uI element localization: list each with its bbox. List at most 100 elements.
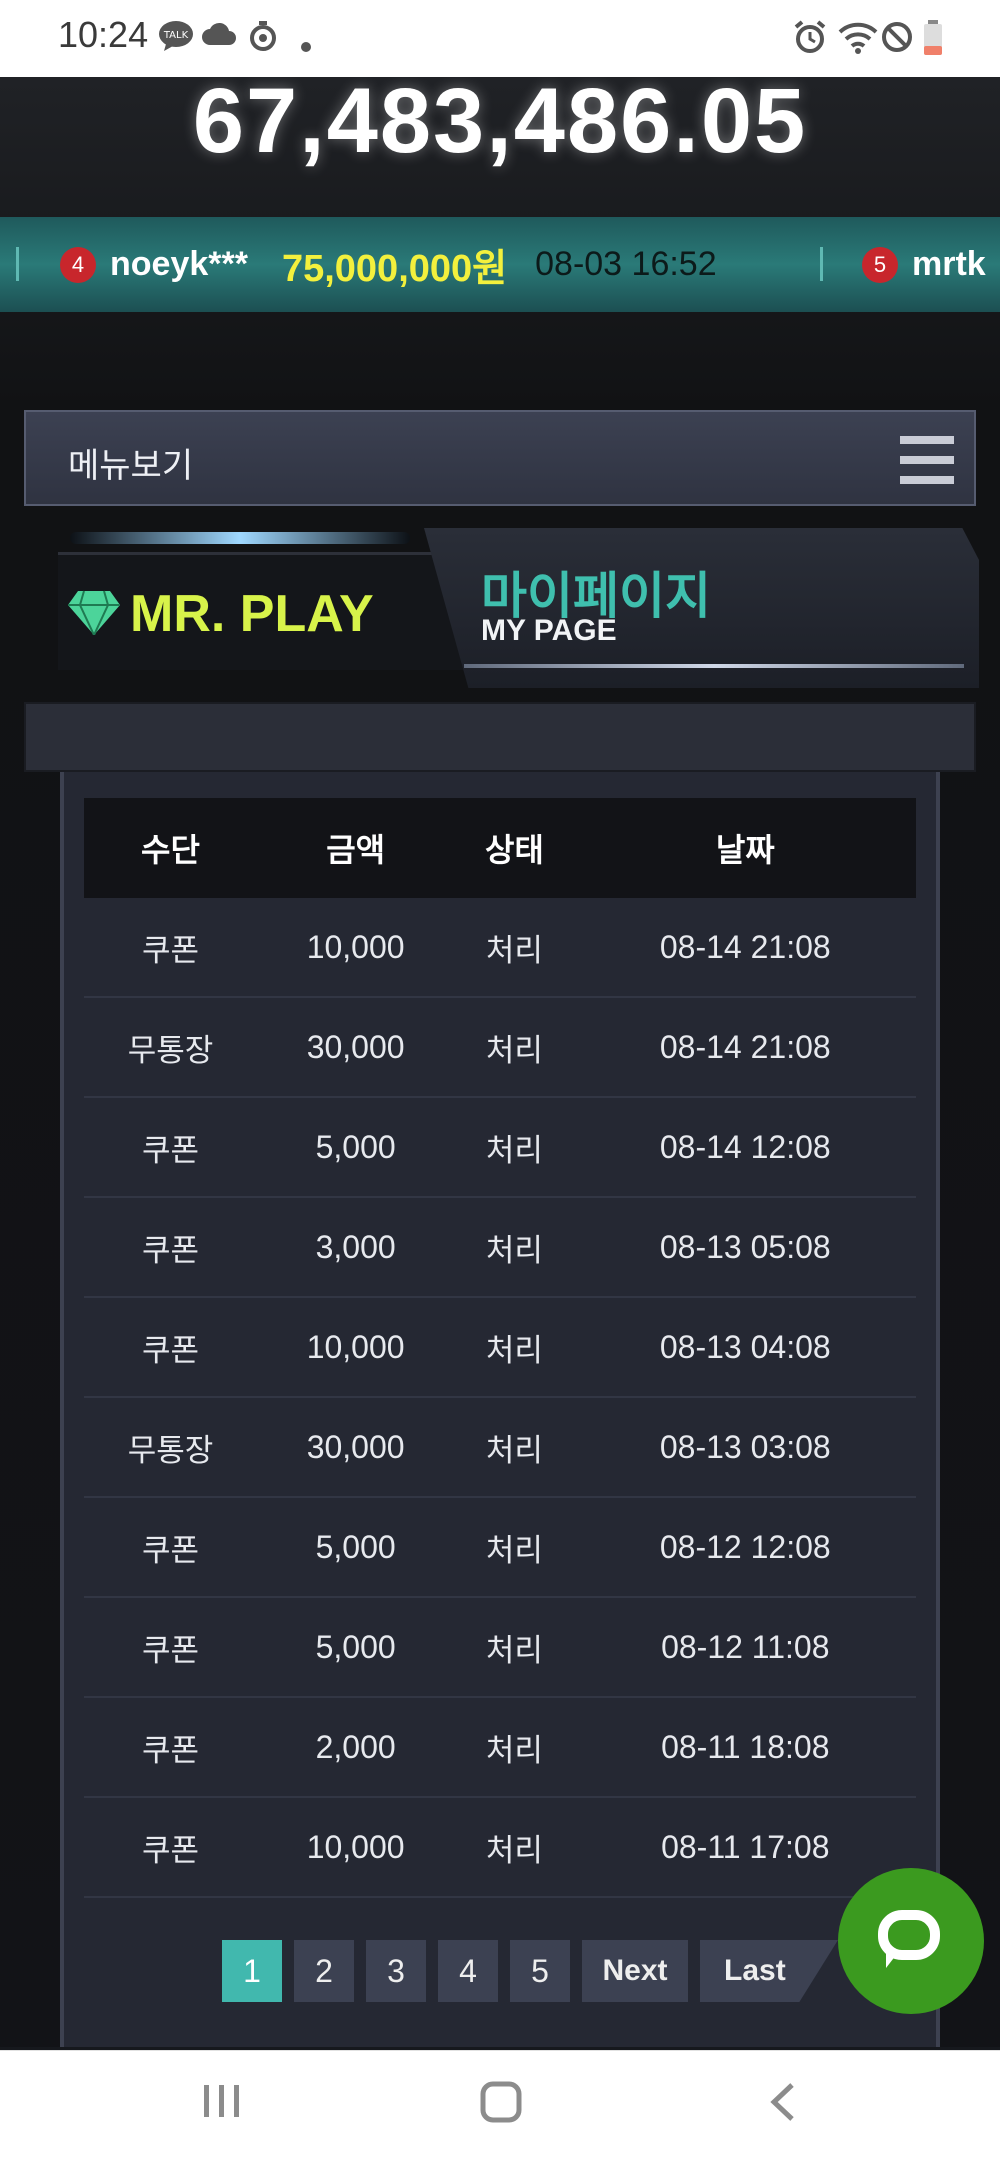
cell-status: 처리 bbox=[454, 1797, 575, 1898]
cell-method: 쿠폰 bbox=[84, 1697, 257, 1798]
cell-date: 08-13 05:08 bbox=[574, 1197, 916, 1298]
cell-amount: 3,000 bbox=[256, 1197, 455, 1298]
page-subtitle: MY PAGE bbox=[481, 614, 617, 647]
wifi-icon bbox=[838, 20, 878, 63]
svg-text:TALK: TALK bbox=[163, 30, 189, 41]
cell-method: 쿠폰 bbox=[84, 1597, 257, 1698]
cell-status: 처리 bbox=[454, 1197, 575, 1298]
cell-method: 쿠폰 bbox=[84, 1097, 257, 1198]
column-header-status: 상태 bbox=[454, 798, 575, 898]
table-row: 쿠폰 5,000 처리 08-14 12:08 bbox=[84, 1097, 916, 1198]
jackpot-amount: 67,483,486.05 bbox=[192, 70, 808, 172]
table-row: 쿠폰 3,000 처리 08-13 05:08 bbox=[84, 1197, 916, 1298]
winner-ticker: 4 noeyk*** 75,000,000원 08-03 16:52 5 mrt… bbox=[0, 217, 1000, 312]
table-row: 쿠폰 10,000 처리 08-14 21:08 bbox=[84, 898, 916, 998]
logo-text[interactable]: MR. PLAY bbox=[130, 584, 374, 644]
cell-date: 08-13 03:08 bbox=[574, 1397, 916, 1498]
cell-amount: 10,000 bbox=[256, 1797, 455, 1898]
ticker-item: 5 mrtk bbox=[862, 217, 1000, 312]
table-row: 쿠폰 5,000 처리 08-12 11:08 bbox=[84, 1597, 916, 1698]
cell-status: 처리 bbox=[454, 1097, 575, 1198]
cell-date: 08-13 04:08 bbox=[574, 1297, 916, 1398]
chat-button[interactable] bbox=[838, 1868, 984, 2014]
column-header-amount: 금액 bbox=[256, 798, 455, 898]
cell-amount: 2,000 bbox=[256, 1697, 455, 1798]
column-header-date: 날짜 bbox=[574, 798, 916, 898]
page-1-button[interactable]: 1 bbox=[222, 1940, 282, 2002]
page-2-button[interactable]: 2 bbox=[294, 1940, 354, 2002]
ticker-date: 08-03 16:52 bbox=[535, 245, 717, 283]
cell-status: 처리 bbox=[454, 997, 575, 1098]
cell-date: 08-12 12:08 bbox=[574, 1497, 916, 1598]
recent-apps-icon[interactable] bbox=[202, 2081, 242, 2132]
back-icon[interactable] bbox=[768, 2081, 798, 2134]
cell-status: 처리 bbox=[454, 1697, 575, 1798]
cell-method: 무통장 bbox=[84, 1397, 257, 1498]
table-row: 쿠폰 2,000 처리 08-11 18:08 bbox=[84, 1697, 916, 1798]
panel-header bbox=[24, 702, 976, 772]
table-row: 쿠폰 5,000 처리 08-12 12:08 bbox=[84, 1497, 916, 1598]
cell-amount: 10,000 bbox=[256, 898, 455, 998]
cell-method: 쿠폰 bbox=[84, 1497, 257, 1598]
pagination: 1 2 3 4 5 Next Last bbox=[222, 1940, 838, 2002]
chat-icon-tail bbox=[886, 1950, 900, 1968]
cell-method: 무통장 bbox=[84, 997, 257, 1098]
cell-date: 08-11 18:08 bbox=[574, 1697, 916, 1798]
cell-date: 08-12 11:08 bbox=[574, 1597, 916, 1698]
alarm-icon bbox=[793, 20, 827, 63]
cell-amount: 30,000 bbox=[256, 997, 455, 1098]
status-time: 10:24 bbox=[58, 14, 149, 55]
cell-date: 08-14 12:08 bbox=[574, 1097, 916, 1198]
cloud-icon bbox=[202, 20, 236, 56]
column-header-method: 수단 bbox=[84, 798, 257, 898]
cell-amount: 10,000 bbox=[256, 1297, 455, 1398]
ticker-amount: 75,000,000원 bbox=[281, 248, 508, 290]
ticker-user: noeyk*** bbox=[110, 245, 248, 283]
ticker-user: mrtk bbox=[912, 245, 986, 283]
cell-method: 쿠폰 bbox=[84, 1797, 257, 1898]
timer-icon bbox=[248, 20, 278, 61]
talk-icon: TALK bbox=[158, 20, 194, 61]
next-page-button[interactable]: Next bbox=[582, 1940, 688, 2002]
last-page-button[interactable]: Last bbox=[700, 1940, 838, 2002]
rank-badge: 5 bbox=[862, 246, 898, 283]
cell-date: 08-14 21:08 bbox=[574, 997, 916, 1098]
table-header-row: 수단 금액 상태 날짜 bbox=[84, 798, 916, 898]
cell-date: 08-14 21:08 bbox=[574, 898, 916, 998]
title-underline bbox=[464, 664, 964, 668]
rank-badge: 4 bbox=[60, 246, 96, 283]
menu-label: 메뉴보기 bbox=[68, 446, 194, 486]
home-icon[interactable] bbox=[480, 2081, 522, 2134]
table-row: 쿠폰 10,000 처리 08-13 04:08 bbox=[84, 1297, 916, 1398]
ticker-separator bbox=[16, 247, 19, 281]
brand-header: MR. PLAY 마이페이지 MY PAGE bbox=[24, 522, 979, 692]
page-5-button[interactable]: 5 bbox=[510, 1940, 570, 2002]
cell-status: 처리 bbox=[454, 1397, 575, 1498]
page-4-button[interactable]: 4 bbox=[438, 1940, 498, 2002]
menu-bar[interactable]: 메뉴보기 bbox=[24, 410, 976, 506]
cell-status: 처리 bbox=[454, 1297, 575, 1398]
ticker-item: 4 noeyk*** 75,000,000원 08-03 16:52 bbox=[60, 217, 717, 312]
status-bar: 10:24 TALK bbox=[0, 0, 1000, 77]
cell-method: 쿠폰 bbox=[84, 1197, 257, 1298]
table-row: 무통장 30,000 처리 08-13 03:08 bbox=[84, 1397, 916, 1498]
table-row: 무통장 30,000 처리 08-14 21:08 bbox=[84, 997, 916, 1098]
cell-date: 08-11 17:08 bbox=[574, 1797, 916, 1898]
battery-icon bbox=[922, 20, 944, 65]
cell-status: 처리 bbox=[454, 1497, 575, 1598]
cell-status: 처리 bbox=[454, 1597, 575, 1698]
cell-amount: 5,000 bbox=[256, 1097, 455, 1198]
system-nav-bar bbox=[0, 2050, 1000, 2168]
ticker-separator bbox=[820, 247, 823, 281]
cell-amount: 5,000 bbox=[256, 1497, 455, 1598]
cell-amount: 5,000 bbox=[256, 1597, 455, 1698]
hamburger-icon[interactable] bbox=[900, 436, 954, 484]
transaction-table: 수단 금액 상태 날짜 쿠폰 10,000 처리 08-14 21:08 무통장 30,… bbox=[84, 798, 916, 1898]
cell-method: 쿠폰 bbox=[84, 1297, 257, 1398]
diamond-icon bbox=[68, 588, 120, 648]
cell-status: 처리 bbox=[454, 898, 575, 998]
cell-method: 쿠폰 bbox=[84, 898, 257, 998]
page-3-button[interactable]: 3 bbox=[366, 1940, 426, 2002]
table-row: 쿠폰 10,000 처리 08-11 17:08 bbox=[84, 1797, 916, 1898]
light-bar bbox=[70, 532, 410, 544]
